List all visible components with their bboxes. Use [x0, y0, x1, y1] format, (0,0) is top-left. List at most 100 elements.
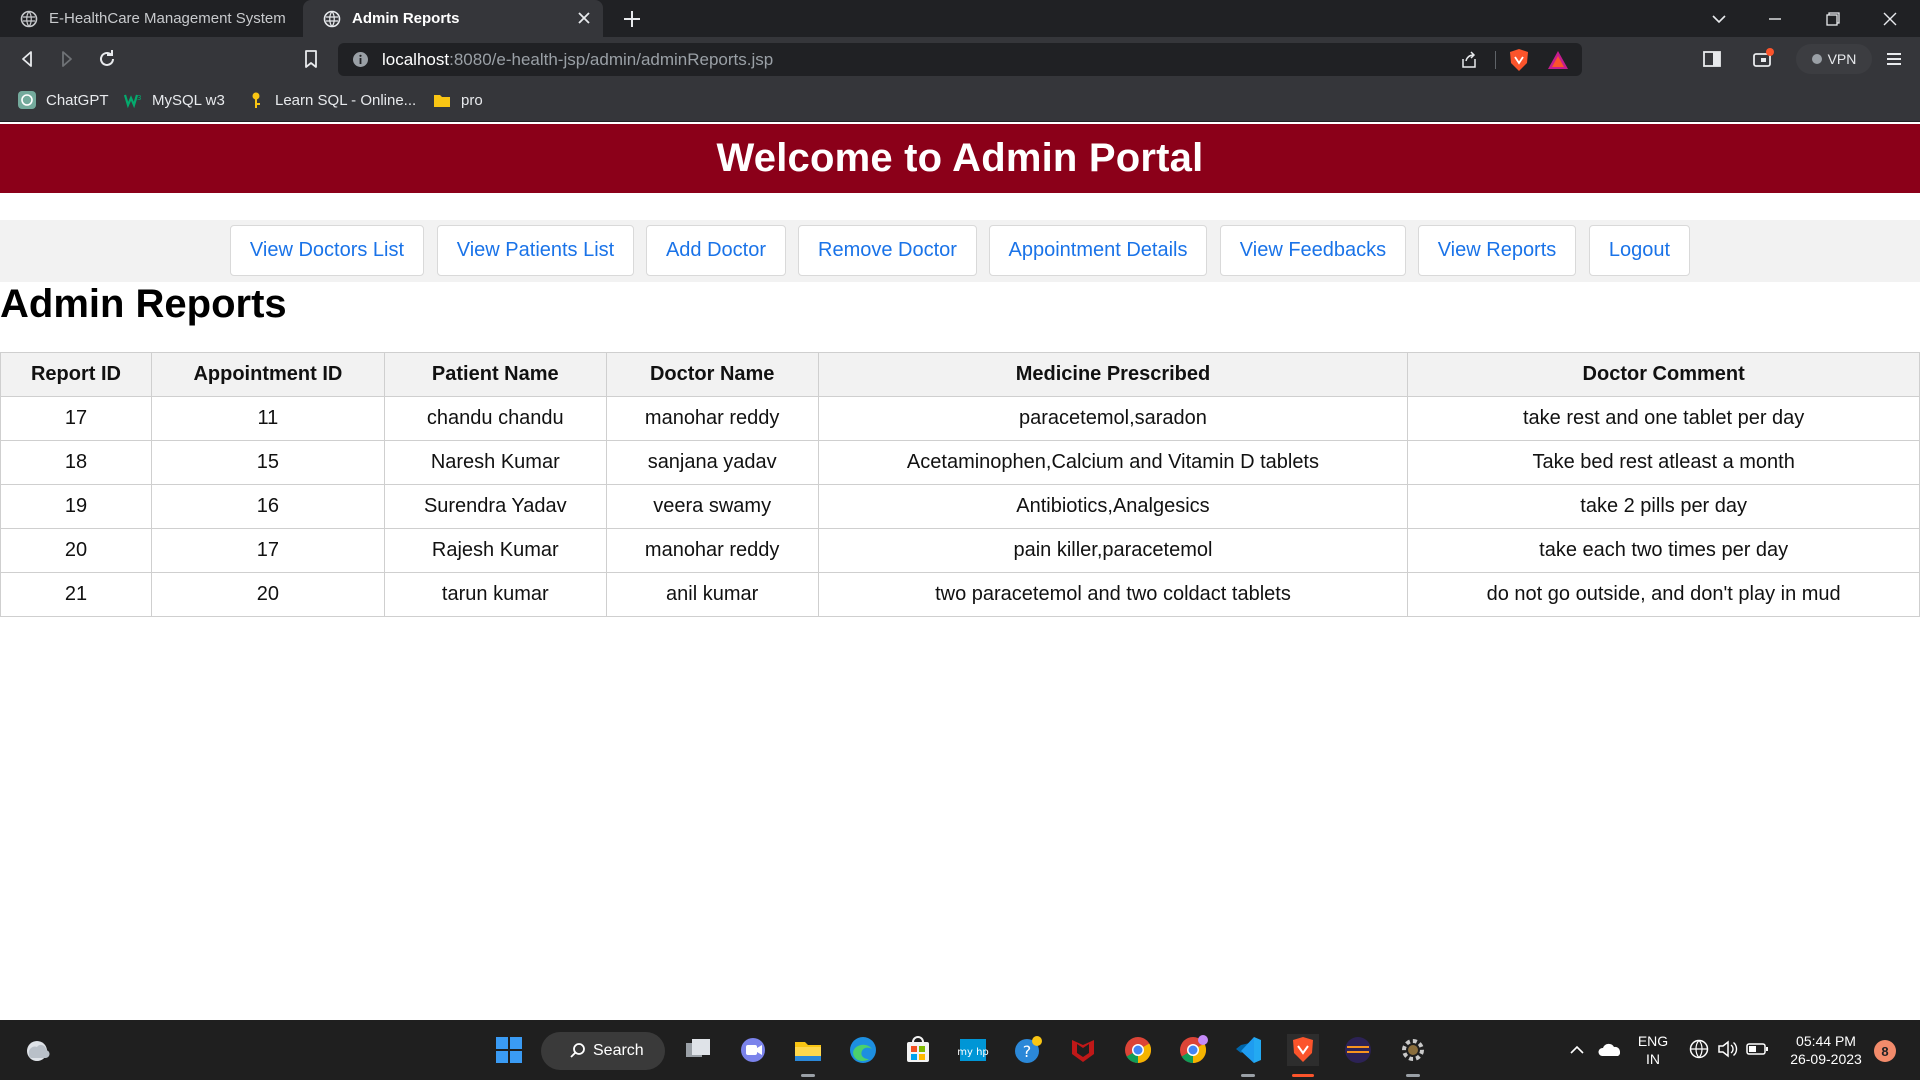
brave-rewards-icon[interactable] [1546, 49, 1570, 71]
get-help-icon[interactable]: ? [1012, 1034, 1044, 1066]
menu-icon[interactable] [1882, 47, 1906, 71]
nav-appointment-details[interactable]: Appointment Details [989, 225, 1207, 276]
search-icon [570, 1043, 585, 1058]
cell-patient-name: chandu chandu [383, 396, 607, 441]
chrome-profile-icon[interactable] [1177, 1034, 1209, 1066]
task-view-icon[interactable] [682, 1034, 714, 1066]
column-header: Appointment ID [150, 352, 385, 397]
nav-view-reports[interactable]: View Reports [1418, 225, 1576, 276]
column-header: Doctor Comment [1407, 352, 1920, 397]
close-window-icon[interactable] [1877, 6, 1903, 32]
table-row: 19 16 Surendra Yadav veera swamy Antibio… [0, 484, 1920, 529]
battery-icon[interactable] [1745, 1038, 1769, 1060]
chevron-up-icon[interactable] [1565, 1038, 1589, 1062]
mcafee-icon[interactable] [1067, 1034, 1099, 1066]
folder-icon [434, 95, 450, 107]
tab-ehealthcare[interactable]: E-HealthCare Management System [0, 0, 300, 37]
cell-appointment-id: 15 [150, 440, 385, 485]
myhp-icon[interactable]: my hp [957, 1034, 989, 1066]
svg-text:3: 3 [137, 94, 141, 102]
url-host: localhost [382, 50, 450, 69]
w3schools-icon: 3 [124, 94, 141, 109]
cell-doctor-name: sanjana yadav [605, 440, 819, 485]
chrome-icon[interactable] [1122, 1034, 1154, 1066]
nav-add-doctor[interactable]: Add Doctor [646, 225, 786, 276]
settings-gear-icon[interactable] [1397, 1034, 1429, 1066]
table-row: 17 11 chandu chandu manohar reddy parace… [0, 396, 1920, 441]
vscode-icon[interactable] [1232, 1034, 1264, 1066]
globe-icon [20, 10, 38, 27]
restore-icon[interactable] [1820, 6, 1846, 32]
bookmark-label: Learn SQL - Online... [275, 91, 417, 109]
notification-badge[interactable]: 8 [1874, 1040, 1896, 1062]
nav-remove-doctor[interactable]: Remove Doctor [798, 225, 977, 276]
region-code: IN [1646, 1051, 1660, 1067]
bookmark-mysql-w3[interactable]: 3 MySQL w3 [124, 91, 225, 109]
windows-start-icon[interactable] [493, 1034, 525, 1066]
omnibox[interactable]: localhost:8080/e-health-jsp/admin/adminR… [338, 43, 1582, 76]
cell-appointment-id: 17 [150, 528, 385, 573]
vpn-label: VPN [1827, 51, 1857, 67]
cell-doctor-name: veera swamy [605, 484, 819, 529]
nav-view-doctors-list[interactable]: View Doctors List [230, 225, 424, 276]
chevron-down-icon[interactable] [1706, 6, 1732, 32]
minimize-icon[interactable] [1762, 6, 1788, 32]
chatgpt-icon [18, 91, 36, 109]
reload-icon[interactable] [95, 47, 119, 71]
cell-patient-name: tarun kumar [383, 572, 607, 617]
share-icon[interactable] [1460, 51, 1478, 69]
tab-title: Admin Reports [352, 10, 460, 27]
url-text[interactable]: localhost:8080/e-health-jsp/admin/adminR… [382, 50, 773, 70]
cell-medicine: two paracetemol and two coldact tablets [817, 572, 1409, 617]
close-tab-icon[interactable] [575, 9, 593, 27]
cell-report-id: 19 [0, 484, 152, 529]
taskbar-search[interactable]: Search [541, 1032, 665, 1070]
network-globe-icon[interactable] [1688, 1038, 1710, 1060]
bookmarks-bar: ChatGPT 3 MySQL w3 Learn SQL - Online...… [0, 80, 1920, 122]
teams-chat-icon[interactable] [737, 1034, 769, 1066]
weather-icon[interactable] [21, 1034, 53, 1066]
nav-view-feedbacks[interactable]: View Feedbacks [1220, 225, 1406, 276]
bookmark-learn-sql[interactable]: Learn SQL - Online... [247, 91, 416, 109]
volume-icon[interactable] [1716, 1038, 1738, 1060]
forward-icon[interactable] [55, 47, 79, 71]
nav-view-patients-list[interactable]: View Patients List [437, 225, 634, 276]
cell-report-id: 17 [0, 396, 152, 441]
clock[interactable]: 05:44 PM 26-09-2023 [1786, 1032, 1866, 1068]
eclipse-icon[interactable] [1342, 1034, 1374, 1066]
language-code: ENG [1637, 1033, 1669, 1049]
wallet-icon[interactable] [1751, 47, 1775, 71]
vpn-button[interactable]: VPN [1796, 44, 1872, 74]
file-explorer-icon[interactable] [792, 1034, 824, 1066]
onedrive-icon[interactable] [1598, 1038, 1624, 1062]
sidebar-icon[interactable] [1700, 47, 1724, 71]
bookmark-chatgpt[interactable]: ChatGPT [18, 91, 109, 109]
language-indicator[interactable]: ENG IN [1636, 1032, 1670, 1068]
tab-title: E-HealthCare Management System [49, 10, 286, 27]
brave-shield-icon[interactable] [1508, 48, 1530, 72]
cell-report-id: 18 [0, 440, 152, 485]
brave-icon[interactable] [1287, 1034, 1319, 1066]
active-indicator [1292, 1074, 1314, 1077]
bookmark-label: MySQL w3 [152, 91, 225, 109]
table-header-row: Report ID Appointment ID Patient Name Do… [0, 352, 1920, 397]
cell-medicine: Antibiotics,Analgesics [817, 484, 1409, 529]
cell-comment: take rest and one tablet per day [1407, 396, 1920, 441]
running-indicator [1241, 1074, 1255, 1077]
bookmark-folder-pro[interactable]: pro [433, 91, 483, 109]
back-icon[interactable] [15, 47, 39, 71]
tab-admin-reports[interactable]: Admin Reports [303, 0, 603, 37]
column-header: Report ID [0, 352, 152, 397]
cell-appointment-id: 16 [150, 484, 385, 529]
bookmark-label: pro [461, 91, 483, 109]
ms-store-icon[interactable] [902, 1034, 934, 1066]
cell-patient-name: Surendra Yadav [383, 484, 607, 529]
cell-appointment-id: 11 [150, 396, 385, 441]
site-info-icon[interactable] [352, 51, 369, 68]
table-row: 21 20 tarun kumar anil kumar two paracet… [0, 572, 1920, 617]
vpn-status-icon [1811, 54, 1822, 64]
bookmark-icon[interactable] [299, 47, 323, 71]
nav-logout[interactable]: Logout [1589, 225, 1690, 276]
edge-icon[interactable] [847, 1034, 879, 1066]
new-tab-icon[interactable] [620, 7, 644, 31]
